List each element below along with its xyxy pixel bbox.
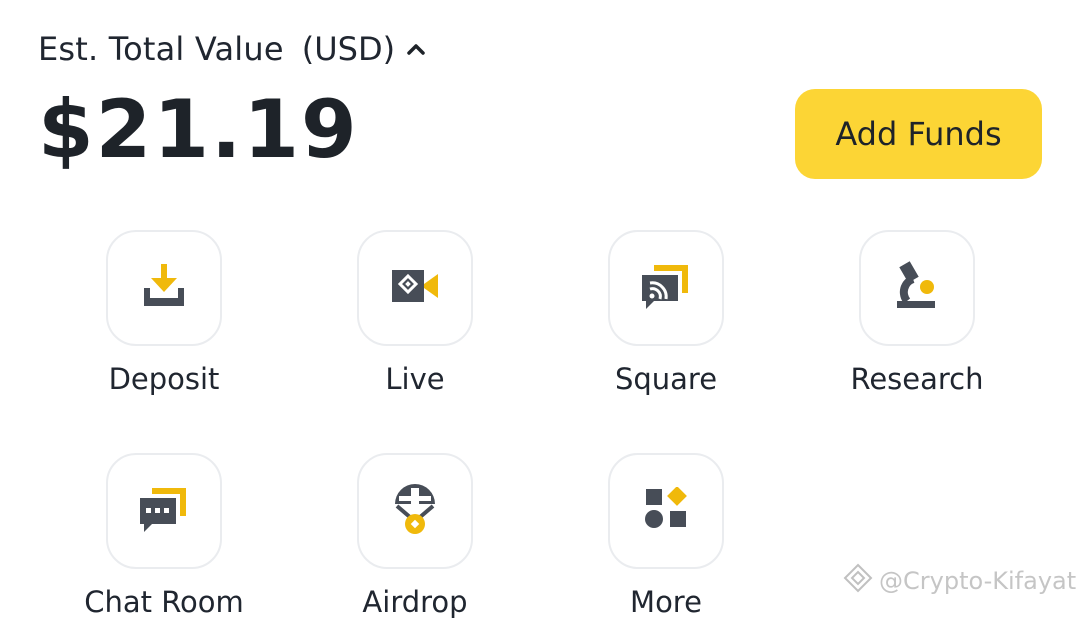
chevron-up-icon[interactable] — [407, 40, 425, 58]
square-tile[interactable] — [608, 230, 724, 346]
deposit-label: Deposit — [108, 362, 220, 396]
more-tile[interactable] — [608, 453, 724, 569]
chat-room-label: Chat Room — [84, 585, 244, 619]
live-label: Live — [385, 362, 445, 396]
total-balance-value: $21.19 — [38, 83, 359, 176]
est-total-value-label: Est. Total Value — [38, 30, 284, 68]
more-label: More — [630, 585, 702, 619]
currency-label: (USD) — [301, 30, 396, 68]
chat-room-icon — [138, 484, 190, 538]
live-shortcut[interactable]: Live — [325, 230, 505, 396]
airdrop-shortcut[interactable]: Airdrop — [325, 453, 505, 619]
microscope-icon — [893, 261, 941, 315]
binance-logo-icon — [843, 563, 873, 599]
airdrop-label: Airdrop — [362, 585, 468, 619]
square-shortcut[interactable]: Square — [576, 230, 756, 396]
more-shortcut[interactable]: More — [576, 453, 756, 619]
research-shortcut[interactable]: Research — [827, 230, 1007, 396]
deposit-tile[interactable] — [106, 230, 222, 346]
chat-room-shortcut[interactable]: Chat Room — [74, 453, 254, 619]
live-tile[interactable] — [357, 230, 473, 346]
watermark-text: @Crypto-Kifayat — [879, 567, 1077, 595]
square-label: Square — [614, 362, 718, 396]
add-funds-button[interactable]: Add Funds — [795, 89, 1042, 179]
deposit-shortcut[interactable]: Deposit — [74, 230, 254, 396]
chat-room-tile[interactable] — [106, 453, 222, 569]
live-camera-icon — [390, 266, 440, 310]
watermark: @Crypto-Kifayat — [843, 563, 1076, 599]
more-shapes-icon — [644, 486, 688, 535]
deposit-icon — [140, 262, 188, 314]
square-feed-icon — [640, 261, 692, 315]
research-tile[interactable] — [859, 230, 975, 346]
airdrop-tile[interactable] — [357, 453, 473, 569]
research-label: Research — [850, 362, 984, 396]
airdrop-parachute-icon — [391, 482, 439, 540]
est-total-value-toggle[interactable]: Est. Total Value (USD) — [38, 26, 425, 72]
